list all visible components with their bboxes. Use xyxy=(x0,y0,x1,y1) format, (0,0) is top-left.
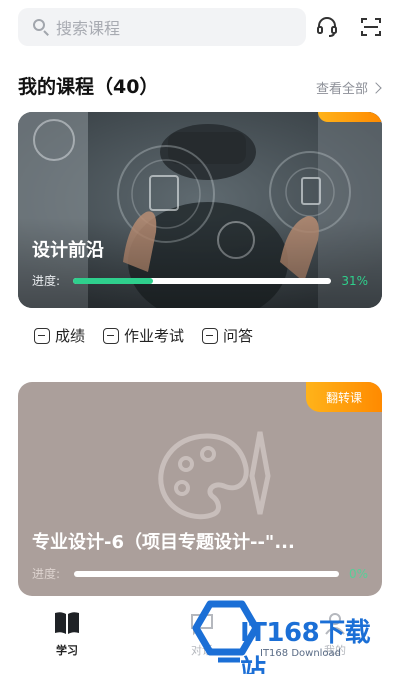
course-title: 专业设计-6（项目专题设计--"... xyxy=(32,532,295,553)
view-all-link[interactable]: 查看全部 xyxy=(315,78,382,97)
scan-icon[interactable] xyxy=(356,12,386,42)
progress-row: 进度: 31% xyxy=(32,272,368,289)
progress-bar xyxy=(73,277,332,284)
palette-icon xyxy=(158,431,271,520)
search-placeholder[interactable]: 搜索课程 xyxy=(56,15,120,39)
grade-button[interactable]: 成绩 xyxy=(34,325,85,346)
cover-shade xyxy=(18,218,382,308)
course-card[interactable]: 设计前沿 进度: 31% xyxy=(18,112,382,308)
course-card[interactable]: 翻转课 专业设计-6（项目专题设计--"... 进度: 0% xyxy=(18,382,382,596)
top-bar: 搜索课程 xyxy=(0,0,400,56)
course-title: 设计前沿 xyxy=(32,240,104,261)
assignment-icon xyxy=(103,327,120,344)
progress-percent: 31% xyxy=(341,273,368,288)
course-tag xyxy=(318,112,382,122)
watermark-logo: IT168下载站 IT168 Download xyxy=(190,598,395,674)
progress-row: 进度: 0% xyxy=(32,565,368,582)
qa-button[interactable]: 问答 xyxy=(202,325,253,346)
view-all-label: 查看全部 xyxy=(315,82,368,97)
course-tag: 翻转课 xyxy=(306,382,382,412)
assignment-button[interactable]: 作业考试 xyxy=(103,325,184,346)
progress-bar xyxy=(73,570,339,577)
book-icon xyxy=(55,612,79,634)
section-title: 我的课程（40） xyxy=(18,76,159,98)
chevron-right-icon xyxy=(370,81,382,94)
qa-icon xyxy=(202,327,219,344)
course-actions: 成绩 作业考试 问答 xyxy=(34,325,253,346)
watermark-subtitle: IT168 Download xyxy=(260,648,342,659)
nav-study[interactable]: 学习 xyxy=(37,610,97,658)
watermark-title: IT168下载站 xyxy=(240,618,371,674)
headset-icon[interactable] xyxy=(312,12,342,42)
grade-icon xyxy=(34,327,50,344)
progress-label: 进度: xyxy=(32,274,61,288)
qa-label: 问答 xyxy=(223,327,254,345)
search-bar[interactable]: 搜索课程 xyxy=(18,8,306,46)
progress-label: 进度: xyxy=(32,567,61,581)
grade-label: 成绩 xyxy=(55,327,86,345)
progress-percent: 0% xyxy=(348,566,368,581)
progress-fill xyxy=(73,277,154,284)
nav-study-label: 学习 xyxy=(56,644,78,657)
assignment-label: 作业考试 xyxy=(124,327,185,345)
search-icon xyxy=(32,18,50,36)
